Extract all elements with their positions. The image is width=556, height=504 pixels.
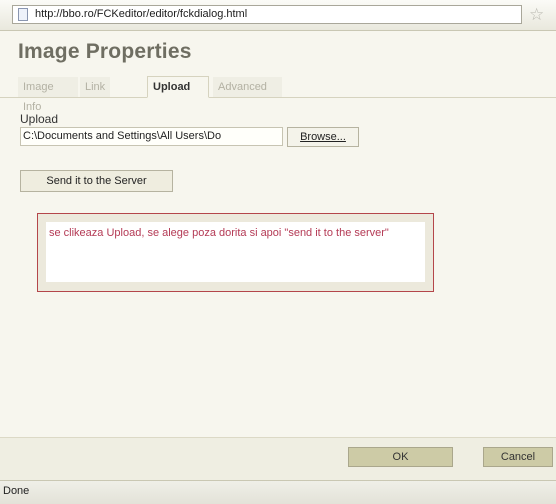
annotation-text: se clikeaza Upload, se alege poza dorita… [49,227,389,239]
send-to-server-button[interactable]: Send it to the Server [20,170,173,192]
url-text: http://bbo.ro/FCKeditor/editor/fckdialog… [35,8,248,20]
star-icon[interactable]: ☆ [529,5,544,24]
upload-label: Upload [20,112,59,126]
tab-advanced[interactable]: Advanced [213,77,282,97]
ok-button[interactable]: OK [348,447,453,467]
annotation-inner: se clikeaza Upload, se alege poza dorita… [46,222,425,282]
page-icon [18,8,28,21]
status-bar: Done [0,480,556,504]
cancel-button[interactable]: Cancel [483,447,553,467]
browser-address-bar: http://bbo.ro/FCKeditor/editor/fckdialog… [0,0,556,31]
url-field[interactable]: http://bbo.ro/FCKeditor/editor/fckdialog… [12,5,522,24]
dialog-footer [0,437,556,480]
annotation-box: se clikeaza Upload, se alege poza dorita… [37,213,434,292]
browse-button-label: Browse... [300,131,346,143]
tab-image-info[interactable]: Image Info [18,77,78,113]
tab-upload[interactable]: Upload [147,76,209,98]
dialog-title: Image Properties [18,40,192,63]
status-text: Done [3,485,30,497]
tab-bar: Image Info Link Upload Advanced [0,73,556,113]
file-path-input[interactable]: C:\Documents and Settings\All Users\Do [20,127,283,146]
tab-link[interactable]: Link [80,77,110,97]
browse-button[interactable]: Browse... [287,127,359,147]
